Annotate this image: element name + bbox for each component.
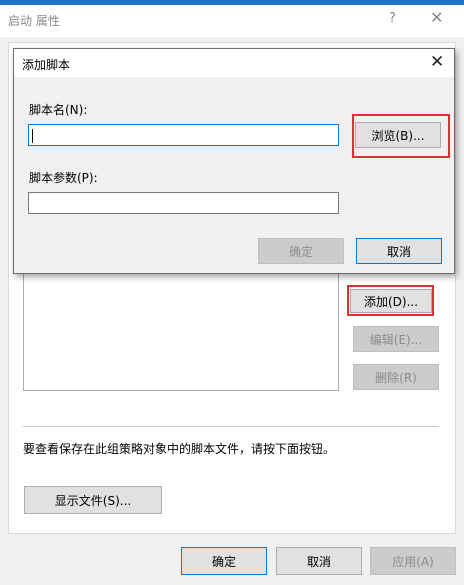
dialog-close-icon[interactable]: ✕	[430, 52, 444, 72]
script-params-label: 脚本参数(P):	[29, 171, 98, 185]
show-files-button[interactable]: 显示文件(S)...	[24, 486, 162, 514]
cancel-button[interactable]: 取消	[276, 547, 362, 575]
remove-script-button[interactable]: 删除(R)	[353, 364, 439, 390]
edit-script-button[interactable]: 编辑(E)...	[353, 326, 439, 352]
add-script-dialog: 添加脚本 ✕ 脚本名(N): 浏览(B)... 脚本参数(P): 确定 取消	[13, 48, 455, 274]
script-params-input[interactable]	[28, 192, 339, 214]
dialog-cancel-button[interactable]: 取消	[356, 238, 442, 264]
info-text: 要查看保存在此组策略对象中的脚本文件，请按下面按钮。	[23, 442, 336, 456]
add-button-highlight-box	[347, 285, 434, 316]
separator-line	[23, 426, 439, 427]
apply-button[interactable]: 应用(A)	[370, 547, 456, 575]
browse-button-highlight-box	[352, 114, 450, 158]
close-icon[interactable]: ✕	[430, 8, 443, 27]
script-name-label: 脚本名(N):	[29, 103, 88, 117]
text-caret	[32, 129, 33, 143]
window-title: 启动 属性	[8, 14, 60, 28]
window-title-bar: 启动 属性 ? ✕	[0, 5, 464, 37]
dialog-ok-button[interactable]: 确定	[258, 238, 344, 264]
script-name-input[interactable]	[28, 124, 339, 146]
dialog-title: 添加脚本	[22, 58, 71, 72]
dialog-title-bar: 添加脚本 ✕	[14, 49, 454, 77]
help-icon[interactable]: ?	[389, 11, 396, 26]
ok-button[interactable]: 确定	[181, 547, 267, 575]
